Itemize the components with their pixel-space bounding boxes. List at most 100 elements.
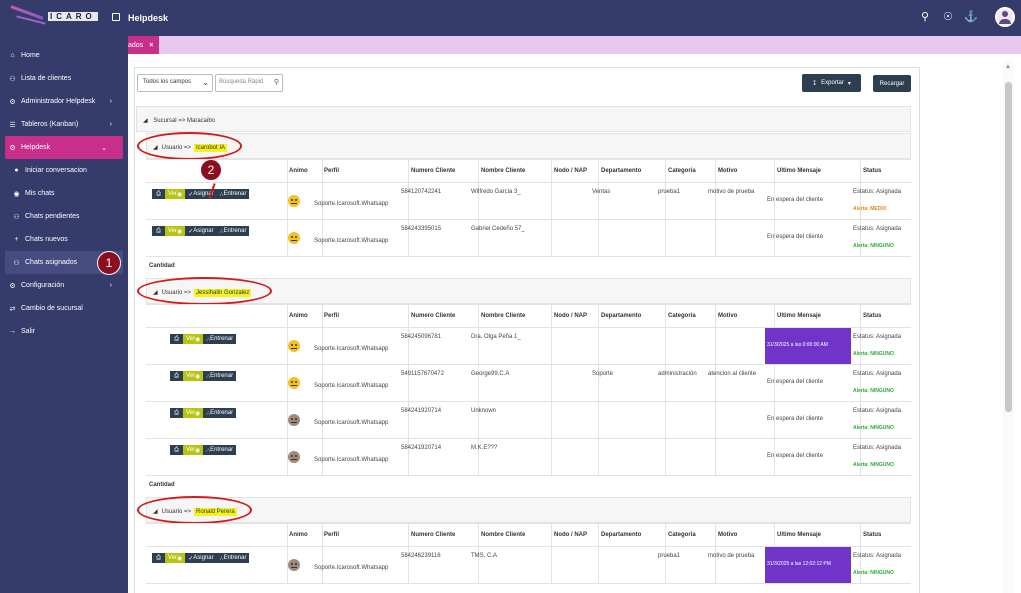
column-divider (287, 305, 288, 327)
print-button[interactable]: ⎙ (152, 189, 165, 199)
search-input[interactable]: Búsqueda Rápid ⚲ (215, 74, 283, 92)
branch-group-header[interactable]: ◢ Sucursal => Maracaibo (136, 106, 911, 132)
submenu-item[interactable]: ⚇ Chats pendientes (0, 205, 128, 228)
reload-button[interactable]: Recargar (873, 75, 911, 92)
users-icon: ⚇ (9, 75, 16, 83)
cell-last-message: En espera del cliente (767, 234, 824, 240)
cell-nombre: Unknown (471, 408, 497, 414)
print-button[interactable]: ⎙ (170, 408, 183, 418)
globe-icon[interactable]: ☉ (941, 10, 955, 24)
column-header: Categoria (668, 313, 696, 319)
cell-nombre: TMS, C.A (471, 553, 498, 559)
view-button[interactable]: Ver ◉ (165, 553, 186, 563)
column-divider (551, 547, 552, 583)
tab-label: ados (128, 41, 144, 49)
column-divider (774, 305, 775, 327)
submenu-item-label: Chats asignados (25, 259, 78, 266)
avatar[interactable] (995, 7, 1015, 27)
column-divider (478, 160, 479, 182)
table-row: ⎙ Ver ◉ ✓ Asignar ∴ Entrenar Soporte.Icaroso… (146, 220, 911, 257)
cell-departamento: Ventas (592, 189, 611, 195)
cell-perfil: Soporte.Icarosoft.Whatsapp (314, 238, 389, 244)
print-button[interactable]: ⎙ (152, 226, 165, 236)
view-button[interactable]: Ver ◉ (165, 189, 186, 199)
column-header: Nombre Cliente (481, 532, 526, 538)
scrollbar-thumb[interactable] (1005, 82, 1012, 412)
assign-button[interactable]: ✓ Asignar (185, 553, 217, 563)
chevron-right-icon: › (109, 98, 112, 105)
print-button[interactable]: ⎙ (170, 445, 183, 455)
cell-last-message: 31/3/2025 a las 0:00:00 AM (767, 342, 828, 348)
column-divider (598, 160, 599, 182)
column-header: Categoria (668, 532, 696, 538)
export-button[interactable]: ↧ Exportar ▾ (802, 74, 861, 92)
chevron-right-icon: › (109, 121, 112, 128)
sidebar-item[interactable]: ☰ Tableros (Kanban) › (0, 113, 128, 136)
paint-roller-icon[interactable]: ⚓ (964, 10, 978, 24)
column-divider (551, 328, 552, 364)
home-icon: ⌂ (10, 52, 15, 59)
column-divider (287, 160, 288, 182)
sidebar-item[interactable]: ⚇ Lista de clientes (0, 67, 128, 90)
column-header: Nodo / NAP (554, 313, 587, 319)
column-divider (598, 547, 599, 583)
sidebar-item[interactable]: ⚙ Administrador Helpdesk › (0, 90, 128, 113)
view-button[interactable]: Ver ◉ (165, 226, 186, 236)
train-button[interactable]: ∴ Entrenar (203, 408, 237, 418)
user-group-header[interactable]: ◢ Usuario => Icarobot IA (146, 133, 911, 159)
submenu-item[interactable]: + Chats nuevos (0, 228, 128, 251)
view-label: Ver (168, 191, 178, 197)
column-divider (665, 305, 666, 327)
users-icon: ⚇ (13, 259, 20, 267)
mood-icon (288, 377, 300, 389)
logo-mark (10, 5, 50, 31)
close-icon[interactable]: × (149, 42, 153, 49)
view-button[interactable]: Ver ◉ (183, 408, 204, 418)
print-button[interactable]: ⎙ (170, 371, 183, 381)
submenu-item[interactable]: ◉ Mis chats (0, 182, 128, 205)
sidebar-item[interactable]: ⚙ Helpdesk ⌄ (5, 136, 123, 159)
collapse-icon: ◢ (143, 118, 148, 124)
column-divider (322, 305, 323, 327)
tab-chats-asignados[interactable]: ados × (128, 36, 160, 54)
print-button[interactable]: ⎙ (152, 553, 165, 563)
scroll-up-icon[interactable]: ▲ (1005, 64, 1011, 70)
print-button[interactable]: ⎙ (170, 334, 183, 344)
field-select[interactable]: Todos los campos ⌄ (137, 74, 213, 92)
column-divider (715, 524, 716, 546)
view-button[interactable]: Ver ◉ (183, 334, 204, 344)
alert-badge: Alerta: NINGUNO (853, 388, 894, 394)
view-button[interactable]: Ver ◉ (183, 445, 204, 455)
train-button[interactable]: ∴ Entrenar (216, 189, 250, 199)
train-button[interactable]: ∴ Entrenar (203, 371, 237, 381)
search-icon[interactable]: ⚲ (918, 10, 932, 24)
column-divider (715, 305, 716, 327)
column-divider (715, 160, 716, 182)
submenu-item[interactable]: ⚇ Chats asignados 1 (5, 250, 123, 275)
sidebar-item[interactable]: → Salir (0, 320, 128, 343)
train-button[interactable]: ∴ Entrenar (216, 553, 250, 563)
column-header: Categoria (668, 168, 696, 174)
sidebar-item[interactable]: ⇄ Cambio de sucursal (0, 297, 128, 320)
alert-badge: Alerta: NINGUNO (853, 425, 894, 431)
sidebar-item[interactable]: ⚙ Configuración › (0, 274, 128, 297)
cell-nombre: Dra. Olga Peña 1_ (471, 334, 521, 340)
submenu-item[interactable]: ● Iniciar conversacion (0, 159, 128, 182)
train-button[interactable]: ∴ Entrenar (203, 445, 237, 455)
cell-categoria: administración (658, 371, 697, 377)
table-header: Animo Perfil Numero Cliente Nombre Cliente N… (146, 304, 911, 328)
sidebar-item[interactable]: ⌂ Home (0, 44, 128, 67)
column-divider (665, 220, 666, 256)
column-divider (715, 220, 716, 256)
view-button[interactable]: Ver ◉ (183, 371, 204, 381)
column-divider (860, 524, 861, 546)
eye-icon: ◉ (195, 373, 201, 380)
user-group-header[interactable]: ◢ Usuario => Ronald Perera (146, 497, 911, 523)
exchange-icon: ⇄ (9, 305, 16, 313)
expand-icon[interactable] (112, 13, 120, 21)
train-button[interactable]: ∴ Entrenar (216, 226, 250, 236)
assign-button[interactable]: ✓ Asignar (185, 226, 217, 236)
reload-label: Recargar (879, 80, 905, 87)
column-divider (551, 439, 552, 475)
train-button[interactable]: ∴ Entrenar (203, 334, 237, 344)
